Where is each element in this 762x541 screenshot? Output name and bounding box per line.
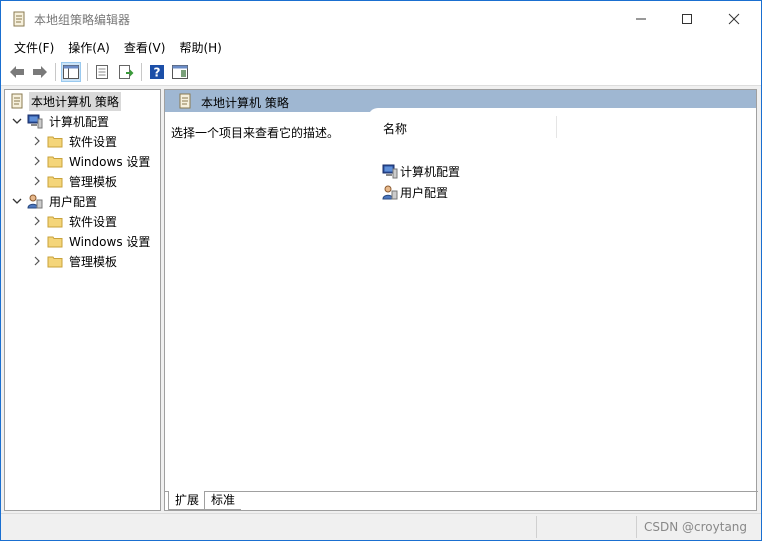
policy-document-icon	[9, 93, 25, 109]
watermark-text: CSDN @croytang	[644, 520, 748, 534]
show-tree-button[interactable]	[61, 62, 81, 82]
menu-help[interactable]: 帮助(H)	[172, 37, 228, 58]
arrow-left-icon	[10, 66, 24, 78]
tree-item-root[interactable]: 本地计算机 策略	[7, 91, 121, 111]
chevron-down-icon[interactable]	[11, 195, 23, 207]
tree-item-label: 软件设置	[69, 134, 118, 149]
folder-icon	[47, 173, 63, 189]
tree-item-computer-admin-templates[interactable]: 管理模板	[31, 171, 119, 191]
tree-item-user-software[interactable]: 软件设置	[31, 211, 119, 231]
tree-item-label: Windows 设置	[69, 234, 151, 249]
show-action-pane-button[interactable]	[170, 62, 190, 82]
chevron-right-icon[interactable]	[31, 255, 43, 267]
menu-file[interactable]: 文件(F)	[1, 37, 61, 58]
description-text: 选择一个项目来查看它的描述。	[171, 126, 340, 140]
tree-item-label: Windows 设置	[69, 154, 151, 169]
computer-config-icon	[382, 163, 398, 179]
details-pane: 本地计算机 策略 选择一个项目来查看它的描述。 名称 计算机配置 用户配置	[164, 89, 757, 511]
tree-item-computer-config[interactable]: 计算机配置	[11, 111, 111, 131]
folder-icon	[47, 153, 63, 169]
forward-button[interactable]	[30, 62, 50, 82]
properties-button[interactable]	[92, 62, 112, 82]
window-title: 本地组策略编辑器	[34, 13, 131, 27]
properties-icon	[96, 65, 108, 79]
column-header-name[interactable]: 名称	[383, 120, 407, 137]
maximize-button[interactable]	[664, 1, 710, 37]
chevron-right-icon[interactable]	[31, 155, 43, 167]
chevron-down-icon[interactable]	[11, 115, 23, 127]
tab-extended[interactable]: 扩展	[168, 491, 206, 510]
tree-item-label: 管理模板	[69, 254, 118, 269]
tab-standard[interactable]: 标准	[204, 491, 242, 510]
menu-view[interactable]: 查看(V)	[117, 37, 173, 58]
tree-item-label: 管理模板	[69, 174, 118, 189]
view-tabs: 扩展 标准	[164, 491, 758, 511]
tree-item-user-windows-settings[interactable]: Windows 设置	[31, 231, 152, 251]
minimize-button[interactable]	[618, 1, 664, 37]
action-pane-icon	[172, 65, 188, 79]
svg-text:?: ?	[154, 66, 161, 80]
chevron-right-icon[interactable]	[31, 215, 43, 227]
app-window: 本地组策略编辑器 文件(F) 操作(A) 查看(V) 帮助(H) ? 本地计算机…	[0, 0, 762, 541]
status-bar: CSDN @croytang	[1, 513, 761, 540]
toolbar: ?	[1, 58, 761, 86]
help-button[interactable]: ?	[147, 62, 167, 82]
close-button[interactable]	[711, 1, 757, 37]
items-list[interactable]: 名称 计算机配置 用户配置	[368, 108, 756, 488]
policy-document-icon	[177, 93, 193, 109]
list-item-label: 计算机配置	[400, 164, 461, 179]
chevron-right-icon[interactable]	[31, 175, 43, 187]
list-item[interactable]: 计算机配置	[382, 162, 460, 180]
folder-icon	[47, 213, 63, 229]
tree-item-label: 用户配置	[49, 194, 98, 209]
user-config-icon	[382, 184, 398, 200]
policy-editor-icon	[11, 11, 27, 27]
tree-item-label: 本地计算机 策略	[29, 91, 121, 111]
export-list-button[interactable]	[116, 62, 136, 82]
folder-icon	[47, 133, 63, 149]
help-icon: ?	[150, 65, 164, 80]
tree-item-user-admin-templates[interactable]: 管理模板	[31, 251, 119, 271]
console-tree-icon	[63, 65, 79, 79]
computer-config-icon	[27, 113, 43, 129]
folder-icon	[47, 233, 63, 249]
tree-item-label: 计算机配置	[49, 114, 110, 129]
details-header-title: 本地计算机 策略	[201, 96, 289, 110]
console-tree[interactable]: 本地计算机 策略 计算机配置 软件设置 Windows 设置 管理模板 用户配置…	[4, 89, 161, 511]
tree-item-computer-windows-settings[interactable]: Windows 设置	[31, 151, 152, 171]
export-icon	[119, 65, 134, 79]
title-bar[interactable]: 本地组策略编辑器	[1, 1, 761, 37]
user-config-icon	[27, 193, 43, 209]
tree-item-user-config[interactable]: 用户配置	[11, 191, 99, 211]
chevron-right-icon[interactable]	[31, 235, 43, 247]
list-item[interactable]: 用户配置	[382, 183, 448, 201]
arrow-right-icon	[33, 66, 47, 78]
folder-icon	[47, 253, 63, 269]
column-divider[interactable]	[556, 116, 557, 138]
tree-item-label: 软件设置	[69, 214, 118, 229]
menu-action[interactable]: 操作(A)	[61, 37, 117, 58]
back-button[interactable]	[7, 62, 27, 82]
list-item-label: 用户配置	[400, 185, 449, 200]
menu-bar: 文件(F) 操作(A) 查看(V) 帮助(H)	[1, 37, 761, 58]
tree-item-computer-software[interactable]: 软件设置	[31, 131, 119, 151]
chevron-right-icon[interactable]	[31, 135, 43, 147]
